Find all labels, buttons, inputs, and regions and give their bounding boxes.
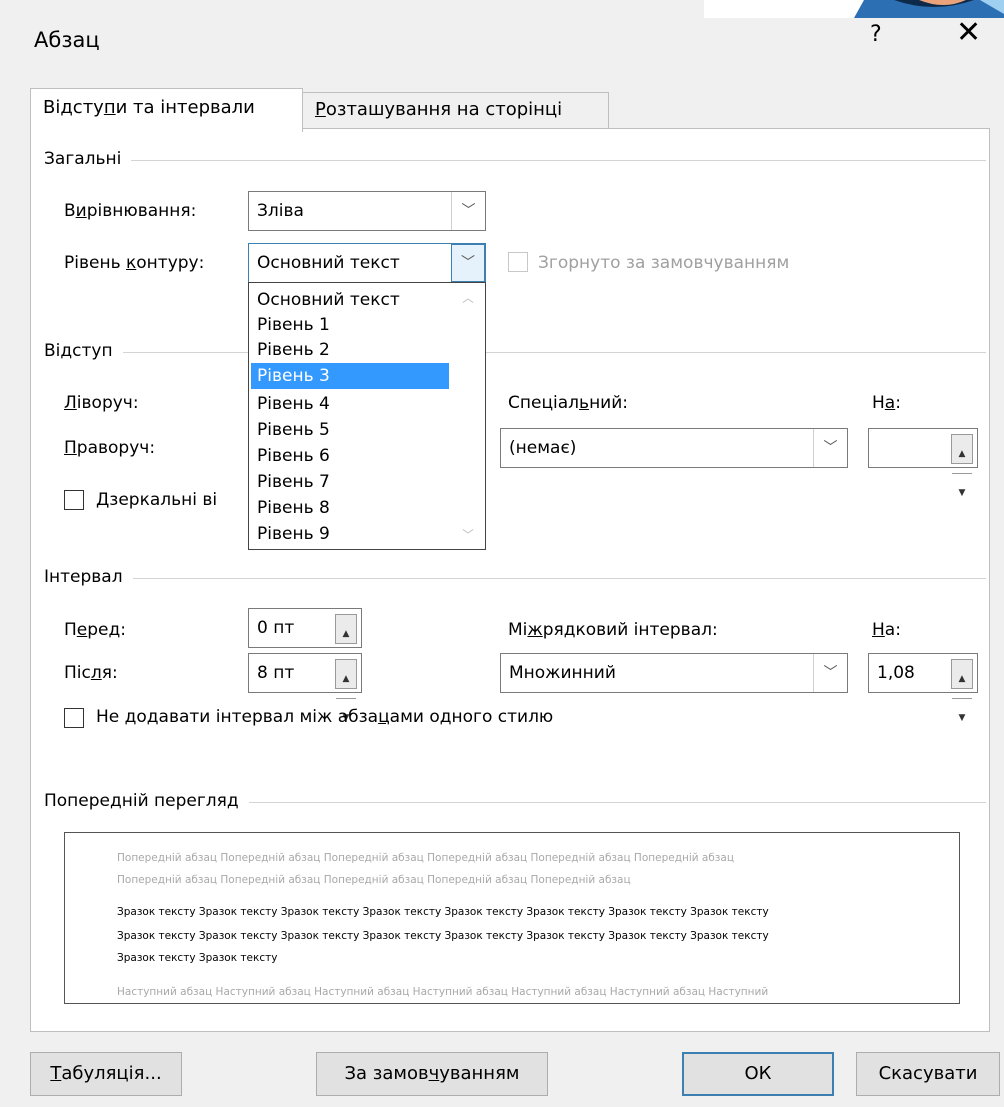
list-item[interactable]: Рівень 2 bbox=[251, 337, 449, 363]
preview-sample-text: Зразок тексту Зразок тексту Зразок текст… bbox=[117, 930, 769, 942]
paragraph-preview: Попередній абзац Попередній абзац Попере… bbox=[64, 832, 960, 1004]
scroll-down-icon[interactable]: ﹀ bbox=[451, 526, 485, 543]
special-indent-value: (немає) bbox=[509, 438, 577, 458]
line-spacing-label: Міжрядковий інтервал: bbox=[508, 620, 718, 640]
cancel-button[interactable]: Скасувати bbox=[856, 1052, 1000, 1096]
preview-previous-paragraph: Попередній абзац Попередній абзац Попере… bbox=[117, 874, 631, 886]
chevron-down-icon[interactable]: ﹀ bbox=[451, 244, 485, 282]
tab-label: Відступи та інтервали bbox=[43, 97, 255, 118]
mirror-indents-checkbox[interactable] bbox=[64, 490, 84, 510]
list-item[interactable]: Рівень 7 bbox=[251, 469, 449, 495]
close-icon: ✕ bbox=[956, 15, 982, 50]
alignment-label: Вирівнювання: bbox=[64, 201, 197, 221]
tab-label: Розташування на сторінці bbox=[315, 99, 563, 120]
alignment-select[interactable]: Зліва ﹀ bbox=[248, 191, 486, 231]
dropdown-scrollbar[interactable]: ︿ ﹀ bbox=[451, 283, 485, 549]
collapsed-by-default-label: Згорнуто за замовчуванням bbox=[538, 253, 790, 273]
line-spacing-select[interactable]: Множинний ﹀ bbox=[500, 653, 848, 693]
list-item[interactable]: Рівень 4 bbox=[251, 391, 449, 417]
spacing-before-spinner[interactable]: 0 пт ▲▼ bbox=[248, 608, 362, 678]
list-item[interactable]: Рівень 8 bbox=[251, 495, 449, 521]
preview-sample-text: Зразок тексту Зразок тексту Зразок текст… bbox=[117, 906, 769, 918]
spin-up-icon[interactable]: ▲ bbox=[952, 660, 972, 699]
list-item[interactable]: Рівень 1 bbox=[251, 312, 449, 338]
line-spacing-at-spinner[interactable]: 1,08 ▲ ▼ bbox=[868, 653, 978, 723]
no-space-same-style-checkbox[interactable] bbox=[64, 708, 84, 728]
spinner-buttons[interactable]: ▲▼ bbox=[335, 659, 357, 723]
spacing-after-value: 8 пт bbox=[257, 663, 295, 683]
special-indent-select[interactable]: (немає) ﹀ bbox=[500, 428, 848, 468]
preview-previous-paragraph: Попередній абзац Попередній абзац Попере… bbox=[117, 852, 734, 864]
no-space-same-style-label: Не додавати інтервал між абзацами одного… bbox=[96, 707, 554, 727]
chevron-down-icon[interactable]: ﹀ bbox=[451, 192, 485, 230]
indent-by-label: На: bbox=[872, 393, 901, 413]
outline-level-select[interactable]: Основний текст ﹀ bbox=[248, 243, 486, 283]
section-spacing-heading: Інтервал bbox=[44, 567, 133, 587]
list-item[interactable]: Рівень 9 bbox=[251, 521, 449, 547]
spin-up-icon[interactable]: ▲ bbox=[336, 615, 356, 654]
list-item-selected[interactable]: Рівень 3 bbox=[251, 363, 449, 389]
collapsed-by-default-checkbox[interactable] bbox=[508, 252, 528, 272]
section-divider bbox=[44, 578, 986, 579]
section-indent-heading: Відступ bbox=[44, 341, 123, 361]
spin-down-icon[interactable]: ▼ bbox=[952, 474, 972, 512]
special-indent-label: Спеціальний: bbox=[508, 393, 629, 413]
help-button[interactable]: ? bbox=[870, 22, 882, 47]
tab-page-position[interactable]: Розташування на сторінці bbox=[303, 92, 609, 128]
spin-up-icon[interactable]: ▲ bbox=[336, 660, 356, 699]
spacing-after-spinner[interactable]: 8 пт ▲ ▼ bbox=[248, 653, 362, 723]
close-button[interactable]: ✕ bbox=[956, 18, 981, 48]
preview-sample-text: Зразок тексту Зразок тексту bbox=[117, 952, 278, 964]
section-divider bbox=[44, 160, 986, 161]
section-divider bbox=[44, 352, 986, 353]
spacing-before-label: Перед: bbox=[64, 620, 126, 640]
outline-level-label: Рівень контуру: bbox=[64, 253, 205, 273]
list-item[interactable]: Основний текст bbox=[251, 287, 449, 313]
line-spacing-value: Множинний bbox=[509, 663, 616, 683]
indent-by-spinner[interactable]: ▲ ▼ bbox=[868, 428, 978, 498]
chevron-down-icon[interactable]: ﹀ bbox=[813, 429, 847, 467]
tab-indents-spacing[interactable]: Відступи та інтервали bbox=[30, 88, 303, 132]
spinner-buttons[interactable]: ▲▼ bbox=[335, 614, 357, 678]
indent-left-label: Ліворуч: bbox=[64, 393, 139, 413]
list-item[interactable]: Рівень 6 bbox=[251, 443, 449, 469]
spin-up-icon[interactable]: ▲ bbox=[952, 435, 972, 474]
preview-next-paragraph: Наступний абзац Наступний абзац Наступни… bbox=[117, 986, 769, 998]
alignment-value: Зліва bbox=[257, 201, 304, 221]
spinner-buttons[interactable]: ▲▼ bbox=[951, 659, 973, 723]
dialog-title: Абзац bbox=[34, 28, 100, 52]
spin-down-icon[interactable]: ▼ bbox=[952, 699, 972, 737]
outline-level-dropdown-list[interactable]: Основний текст Рівень 1 Рівень 2 Рівень … bbox=[248, 282, 486, 550]
spacing-after-label: Після: bbox=[64, 663, 118, 683]
line-spacing-at-label: На: bbox=[872, 620, 901, 640]
section-general-heading: Загальні bbox=[44, 149, 132, 169]
list-item[interactable]: Рівень 5 bbox=[251, 417, 449, 443]
section-preview-heading: Попередній перегляд bbox=[44, 791, 249, 811]
scroll-up-icon[interactable]: ︿ bbox=[451, 289, 485, 306]
ok-button[interactable]: ОК bbox=[682, 1052, 834, 1096]
chevron-down-icon[interactable]: ﹀ bbox=[813, 654, 847, 692]
tabs-button[interactable]: Табуляція... bbox=[30, 1052, 182, 1096]
indent-right-label: Праворуч: bbox=[64, 438, 156, 458]
spacing-before-value: 0 пт bbox=[257, 618, 295, 638]
mirror-indents-label: Дзеркальні ві bbox=[96, 490, 218, 510]
set-as-default-button[interactable]: За замовчуванням bbox=[316, 1052, 548, 1096]
line-spacing-at-value: 1,08 bbox=[877, 663, 915, 683]
outline-level-value: Основний текст bbox=[257, 253, 400, 273]
spinner-buttons[interactable]: ▲▼ bbox=[951, 434, 973, 498]
